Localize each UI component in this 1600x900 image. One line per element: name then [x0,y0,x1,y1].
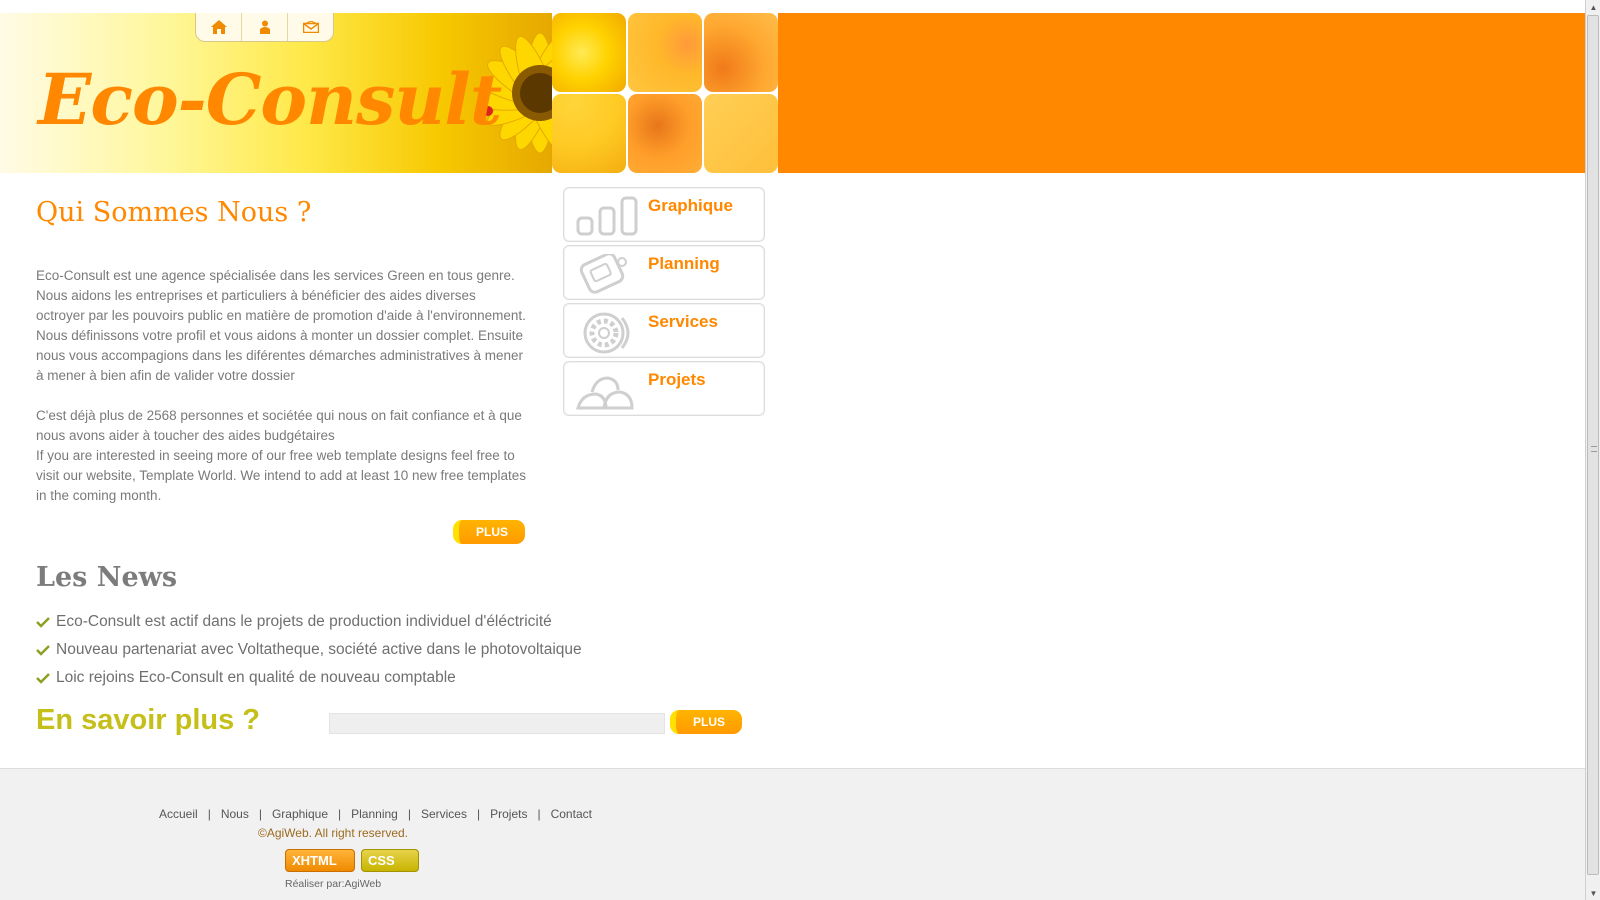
menu-services[interactable]: Services [563,303,765,358]
xhtml-badge[interactable]: XHTML [285,849,355,872]
credits-prefix: Réaliser par: [285,878,345,890]
photo-tile [704,94,778,173]
credits-link[interactable]: AgiWeb [345,878,382,890]
site-header: Eco-Consult [0,13,1585,173]
photo-tile [628,13,702,92]
menu-projets-label: Projets [648,370,706,389]
css-badge[interactable]: CSS [361,849,419,872]
menu-graphique[interactable]: Graphique [563,187,765,242]
about-section: Qui Sommes Nous ? Eco-Consult est une ag… [36,190,526,506]
about-title: Qui Sommes Nous ? [36,197,312,228]
scroll-up-arrow-icon[interactable]: ▲ [1586,0,1600,14]
home-tab[interactable] [196,13,242,41]
menu-graphique-label: Graphique [648,196,734,215]
photo-tile [704,13,778,92]
scroll-down-arrow-icon[interactable]: ▼ [1586,886,1600,900]
bar-chart-icon [576,196,638,236]
menu-services-label: Services [648,312,718,331]
photo-tile [552,94,626,173]
about-tab[interactable] [242,13,288,41]
menu-planning[interactable]: Planning [563,245,765,300]
news-item[interactable]: Eco-Consult est actif dans le projets de… [36,608,582,636]
mail-icon [302,21,319,33]
gear-icon [583,312,630,354]
news-item-text: Loic rejoins Eco-Consult en qualité de n… [56,669,456,686]
savoir-input[interactable] [329,713,665,734]
copyright: ©AgiWeb. All right reserved. [258,826,409,840]
header-photo-tiles [552,13,778,173]
check-icon [36,645,50,656]
news-title: Les News [36,562,178,593]
right-menu: Graphique Planning Services Projets [563,187,765,419]
top-icon-tabs [195,13,334,42]
about-paragraph-3: If you are interested in seeing more of … [36,448,527,503]
photo-tile [628,94,702,173]
news-item[interactable]: Nouveau partenariat avec Voltatheque, so… [36,636,582,664]
vertical-scrollbar[interactable]: ▲ ▼ [1585,0,1600,900]
about-paragraph-2: C'est déjà plus de 2568 personnes et soc… [36,408,522,443]
person-icon [259,20,270,34]
about-paragraph-1: Eco-Consult est une agence spécialisée d… [36,268,526,383]
savoir-title: En savoir plus ? [36,704,260,736]
check-icon [36,617,50,628]
validation-badges: XHTML CSS [285,849,419,872]
credits: Réaliser par:AgiWeb [285,878,381,890]
news-item-text: Nouveau partenariat avec Voltatheque, so… [56,641,582,658]
site-logo[interactable]: Eco-Consult [38,58,502,141]
menu-projets[interactable]: Projets [563,361,765,416]
about-more-button[interactable]: PLUS [453,520,525,544]
menu-planning-label: Planning [648,254,720,273]
footer-link-accueil[interactable]: Accueil [159,807,198,821]
footer-nav: Accueil | Nous | Graphique | Planning | Serv… [159,807,592,821]
site-footer: Accueil | Nous | Graphique | Planning | Serv… [0,768,1585,900]
news-item[interactable]: Loic rejoins Eco-Consult en qualité de n… [36,664,582,692]
photo-tile [552,13,626,92]
planner-icon [579,254,627,294]
scrollbar-thumb[interactable] [1587,15,1599,875]
footer-link-contact[interactable]: Contact [551,807,592,821]
footer-link-planning[interactable]: Planning [351,807,398,821]
news-list: Eco-Consult est actif dans le projets de… [36,608,582,692]
savoir-submit-button[interactable]: PLUS [670,710,742,734]
home-icon [210,20,227,34]
footer-link-graphique[interactable]: Graphique [272,807,328,821]
check-icon [36,673,50,684]
footer-link-nous[interactable]: Nous [221,807,249,821]
news-item-text: Eco-Consult est actif dans le projets de… [56,613,552,630]
header-orange-fill [778,13,1585,173]
footer-link-projets[interactable]: Projets [490,807,527,821]
contact-tab[interactable] [288,13,333,41]
stones-icon [576,376,634,410]
footer-link-services[interactable]: Services [421,807,467,821]
